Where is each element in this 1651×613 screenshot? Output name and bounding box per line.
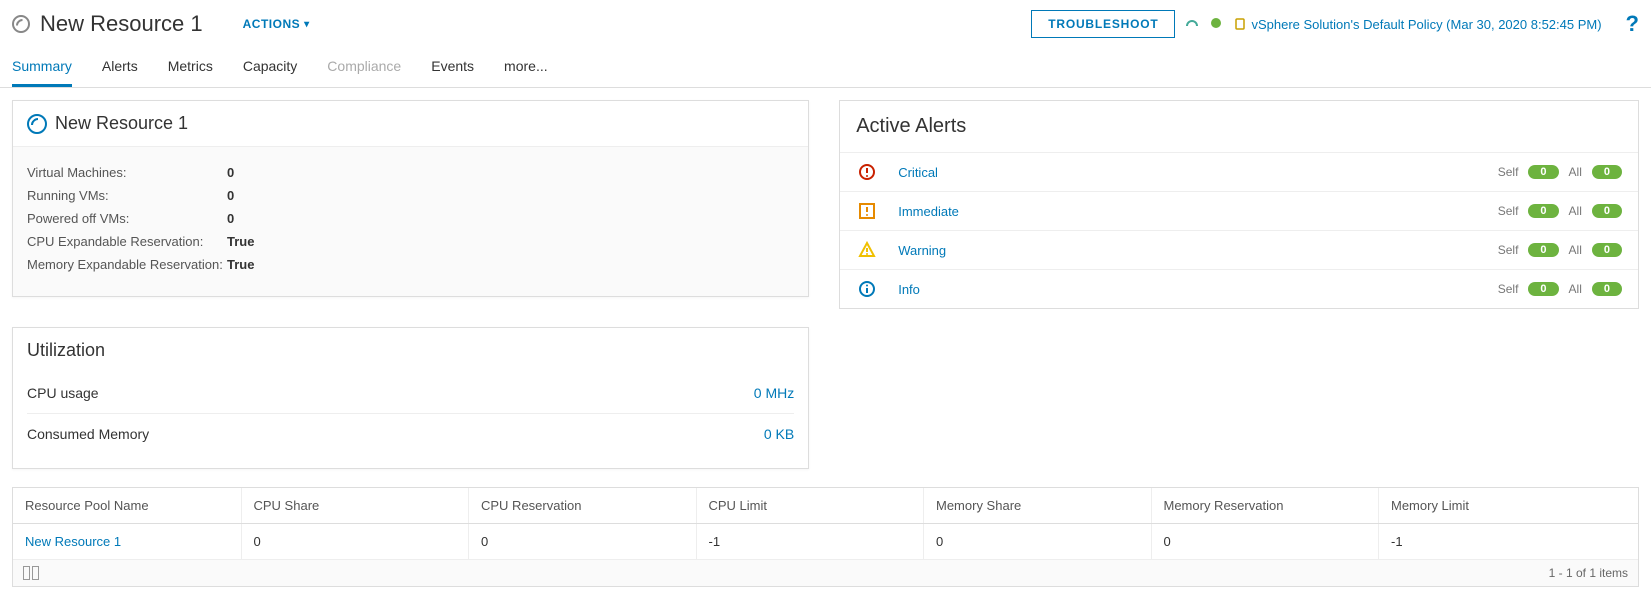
critical-icon	[856, 163, 878, 181]
tab-events[interactable]: Events	[431, 50, 474, 87]
col-header[interactable]: CPU Reservation	[468, 488, 696, 523]
alert-row-warning: Warning Self 0 All 0	[840, 230, 1638, 269]
cell: 0	[241, 524, 469, 559]
grid-item-count: 1 - 1 of 1 items	[1549, 566, 1628, 580]
self-label: Self	[1498, 243, 1519, 257]
policy-link[interactable]: vSphere Solution's Default Policy (Mar 3…	[1233, 17, 1601, 32]
all-count: 0	[1592, 204, 1622, 218]
cell-name-link[interactable]: New Resource 1	[25, 534, 121, 549]
policy-icon	[1233, 17, 1247, 31]
page-title: New Resource 1	[40, 11, 203, 37]
self-count: 0	[1528, 282, 1558, 296]
tab-summary[interactable]: Summary	[12, 50, 72, 87]
summary-title: New Resource 1	[55, 113, 188, 134]
alerts-title: Active Alerts	[840, 101, 1638, 152]
tab-alerts[interactable]: Alerts	[102, 50, 138, 87]
active-alerts-panel: Active Alerts Critical Self 0 All 0 Immedi…	[839, 100, 1639, 309]
all-count: 0	[1592, 282, 1622, 296]
resource-pool-icon	[27, 114, 47, 134]
all-count: 0	[1592, 243, 1622, 257]
chevron-down-icon: ▾	[304, 19, 310, 30]
col-header[interactable]: Resource Pool Name	[13, 488, 241, 523]
util-label: CPU usage	[27, 385, 99, 401]
self-count: 0	[1528, 204, 1558, 218]
immediate-icon	[856, 202, 878, 220]
status-icon-1	[1185, 16, 1199, 33]
col-header[interactable]: Memory Share	[923, 488, 1151, 523]
cell: -1	[1378, 524, 1638, 559]
alert-row-immediate: Immediate Self 0 All 0	[840, 191, 1638, 230]
tab-compliance[interactable]: Compliance	[327, 50, 401, 87]
col-header[interactable]: CPU Share	[241, 488, 469, 523]
alert-row-critical: Critical Self 0 All 0	[840, 152, 1638, 191]
prop-label: Virtual Machines:	[27, 165, 227, 180]
self-label: Self	[1498, 282, 1519, 296]
tab-metrics[interactable]: Metrics	[168, 50, 213, 87]
tab-more[interactable]: more...	[504, 50, 548, 87]
column-picker-icon[interactable]	[23, 566, 39, 580]
tab-capacity[interactable]: Capacity	[243, 50, 297, 87]
alert-link[interactable]: Info	[898, 282, 920, 297]
prop-label: Memory Expandable Reservation:	[27, 257, 227, 272]
resource-pool-icon	[12, 15, 30, 33]
warning-icon	[856, 241, 878, 259]
prop-value: True	[227, 234, 254, 249]
resource-pool-grid: Resource Pool Name CPU Share CPU Reserva…	[12, 487, 1639, 587]
prop-value: True	[227, 257, 254, 272]
summary-panel: New Resource 1 Virtual Machines:0 Runnin…	[12, 100, 809, 297]
troubleshoot-button[interactable]: TROUBLESHOOT	[1031, 10, 1175, 38]
utilization-title: Utilization	[27, 340, 105, 361]
prop-value: 0	[227, 165, 234, 180]
info-icon	[856, 280, 878, 298]
all-count: 0	[1592, 165, 1622, 179]
alert-link[interactable]: Critical	[898, 165, 938, 180]
tab-bar: Summary Alerts Metrics Capacity Complian…	[0, 50, 1651, 88]
self-label: Self	[1498, 204, 1519, 218]
table-row[interactable]: New Resource 1 0 0 -1 0 0 -1	[13, 524, 1638, 560]
alert-row-info: Info Self 0 All 0	[840, 269, 1638, 308]
cell: 0	[923, 524, 1151, 559]
status-icon-2	[1209, 16, 1223, 33]
self-count: 0	[1528, 165, 1558, 179]
prop-value: 0	[227, 211, 234, 226]
col-header[interactable]: CPU Limit	[696, 488, 924, 523]
cell: 0	[1151, 524, 1379, 559]
cell: 0	[468, 524, 696, 559]
all-label: All	[1569, 243, 1582, 257]
all-label: All	[1569, 204, 1582, 218]
alert-link[interactable]: Immediate	[898, 204, 959, 219]
prop-label: CPU Expandable Reservation:	[27, 234, 227, 249]
prop-label: Powered off VMs:	[27, 211, 227, 226]
all-label: All	[1569, 165, 1582, 179]
cell: -1	[696, 524, 924, 559]
alert-link[interactable]: Warning	[898, 243, 946, 258]
col-header[interactable]: Memory Reservation	[1151, 488, 1379, 523]
self-label: Self	[1498, 165, 1519, 179]
help-icon[interactable]: ?	[1626, 11, 1639, 37]
policy-text: vSphere Solution's Default Policy (Mar 3…	[1251, 17, 1601, 32]
actions-menu[interactable]: ACTIONS ▾	[243, 17, 310, 31]
all-label: All	[1569, 282, 1582, 296]
grid-header-row: Resource Pool Name CPU Share CPU Reserva…	[13, 488, 1638, 524]
col-header[interactable]: Memory Limit	[1378, 488, 1638, 523]
util-label: Consumed Memory	[27, 426, 149, 442]
util-value-link[interactable]: 0 MHz	[754, 385, 794, 401]
utilization-panel: Utilization CPU usage 0 MHz Consumed Mem…	[12, 327, 809, 469]
util-value-link[interactable]: 0 KB	[764, 426, 794, 442]
self-count: 0	[1528, 243, 1558, 257]
prop-value: 0	[227, 188, 234, 203]
actions-label: ACTIONS	[243, 17, 301, 31]
prop-label: Running VMs:	[27, 188, 227, 203]
